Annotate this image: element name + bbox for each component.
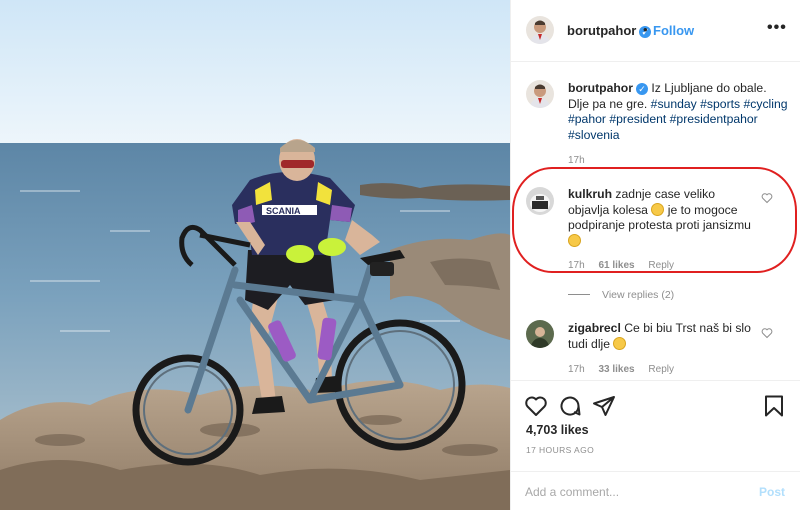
comment-1-reply-button[interactable]: Reply xyxy=(648,260,674,271)
post-timestamp[interactable]: 17 HOURS AGO xyxy=(526,445,594,455)
commenter-avatar[interactable] xyxy=(526,187,554,215)
add-comment-input[interactable] xyxy=(525,482,745,502)
jersey-text: SCANIA xyxy=(266,206,301,216)
comment-2-text: zigabrecl Ce bi biu Trst naš bi slo tudi… xyxy=(568,321,753,352)
sad-face-emoji-icon xyxy=(651,202,665,216)
heart-icon[interactable] xyxy=(524,394,548,418)
comment-1-text: kulkruh zadnje case veliko objavlja kole… xyxy=(568,187,753,249)
post-header: borutpahor ✓ • Follow ••• xyxy=(511,0,800,62)
author-avatar[interactable] xyxy=(526,16,554,44)
comment-2-meta: 17h 33 likes Reply xyxy=(568,364,685,375)
comment-1-likes[interactable]: 61 likes xyxy=(598,260,634,271)
more-options-icon[interactable]: ••• xyxy=(767,19,787,37)
comment-2-likes[interactable]: 33 likes xyxy=(598,364,634,375)
verified-badge-icon: ✓ xyxy=(636,83,648,95)
post-details-panel: borutpahor ✓ • Follow ••• borutpahor ✓ Iz … xyxy=(510,0,800,510)
comment-2-heart-icon[interactable] xyxy=(761,327,773,339)
caption-username[interactable]: borutpahor xyxy=(568,81,633,95)
comment-2-time[interactable]: 17h xyxy=(568,364,585,375)
post-caption: borutpahor ✓ Iz Ljubljane do obale. Dlje … xyxy=(568,81,790,143)
caption-avatar[interactable] xyxy=(526,80,554,108)
hashtag-sunday[interactable]: #sunday xyxy=(651,97,697,111)
likes-count[interactable]: 4,703 likes xyxy=(526,423,589,437)
replies-divider xyxy=(568,294,590,295)
post-comment-button[interactable]: Post xyxy=(759,485,785,499)
post-photo[interactable]: SCANIA xyxy=(0,0,510,510)
hashtag-sports[interactable]: #sports xyxy=(700,97,740,111)
cyclist-photo: SCANIA xyxy=(0,0,510,510)
comment-1-heart-icon[interactable] xyxy=(761,192,773,204)
comment-1-meta: 17h 61 likes Reply xyxy=(568,260,685,271)
hashtag-pahor[interactable]: #pahor xyxy=(568,112,606,126)
share-icon[interactable] xyxy=(592,394,616,418)
follow-button[interactable]: Follow xyxy=(653,23,694,38)
comment-1-time[interactable]: 17h xyxy=(568,260,585,271)
bookmark-icon[interactable] xyxy=(762,394,786,418)
sad-face-emoji-icon xyxy=(568,233,581,247)
hashtag-president[interactable]: #president xyxy=(609,112,666,126)
add-comment-bar: Post xyxy=(511,471,800,510)
hashtag-slovenia[interactable]: #slovenia xyxy=(568,128,620,142)
sad-face-emoji-icon xyxy=(613,336,627,350)
comment-2-reply-button[interactable]: Reply xyxy=(648,364,674,375)
separator-dot: • xyxy=(643,22,648,37)
post-actions: 4,703 likes 17 HOURS AGO Post xyxy=(511,380,800,510)
caption-time[interactable]: 17h xyxy=(568,155,585,166)
view-replies-button[interactable]: View replies (2) xyxy=(568,289,674,301)
comment-2-username[interactable]: zigabrecl xyxy=(568,321,621,335)
hashtag-presidentpahor[interactable]: #presidentpahor xyxy=(670,112,758,126)
hashtag-cycling[interactable]: #cycling xyxy=(744,97,788,111)
comment-icon[interactable] xyxy=(558,394,582,418)
author-username[interactable]: borutpahor ✓ xyxy=(567,23,652,38)
comment-1-username[interactable]: kulkruh xyxy=(568,187,612,201)
commenter-avatar[interactable] xyxy=(526,320,554,348)
